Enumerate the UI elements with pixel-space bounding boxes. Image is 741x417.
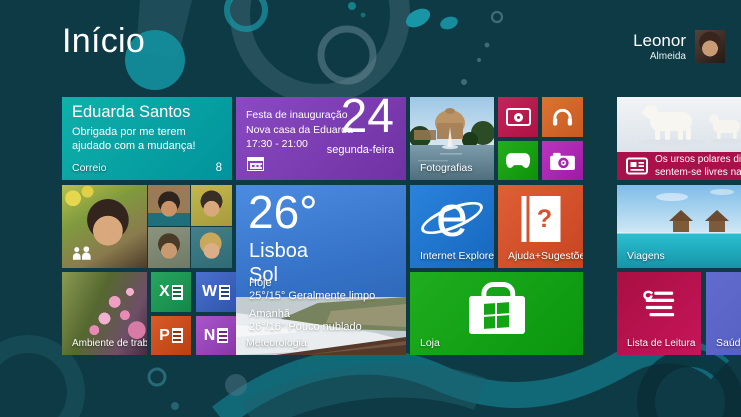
help-app-label: Ajuda+Sugestões bbox=[508, 250, 583, 262]
tile-news[interactable]: Os ursos polares divertem sentem-se livr… bbox=[617, 97, 741, 180]
video-screen-icon bbox=[505, 108, 531, 126]
calendar-event-location: Nova casa da Eduarda bbox=[246, 123, 353, 136]
mail-unread-badge: 8 bbox=[215, 162, 222, 174]
mail-sender: Eduarda Santos bbox=[72, 103, 191, 121]
health-app-label: Saúde e bbox=[716, 337, 741, 349]
calendar-weekday: segunda-feira bbox=[326, 144, 394, 156]
powerpoint-icon: P bbox=[159, 327, 183, 345]
start-screen: Início Leonor Almeida Eduarda Santos Obr… bbox=[0, 0, 741, 417]
weather-city: Lisboa bbox=[249, 240, 308, 262]
people-photo bbox=[190, 185, 232, 226]
tile-onenote[interactable]: N bbox=[196, 316, 236, 355]
page-title: Início bbox=[62, 22, 146, 60]
onenote-icon: N bbox=[204, 327, 229, 345]
news-headline-bar: Os ursos polares divertem sentem-se livr… bbox=[617, 152, 741, 180]
photos-app-label: Fotografias bbox=[420, 162, 473, 174]
tile-desktop[interactable]: Ambiente de trabalho bbox=[62, 272, 147, 355]
weather-temperature: 26° bbox=[248, 186, 318, 238]
people-photo bbox=[190, 227, 232, 268]
word-icon: W bbox=[202, 283, 231, 301]
tile-calendar[interactable]: Festa de inauguração Nova casa da Eduard… bbox=[236, 97, 406, 180]
tile-video[interactable] bbox=[498, 97, 538, 137]
internet-explorer-e-icon: e bbox=[417, 187, 487, 247]
excel-icon: X bbox=[159, 283, 183, 301]
user-last-name: Almeida bbox=[649, 50, 686, 62]
calendar-day-number: 24 bbox=[340, 97, 394, 143]
people-photo-grid bbox=[147, 185, 232, 268]
tile-mail[interactable]: Eduarda Santos Obrigada por me terem aju… bbox=[62, 97, 232, 180]
tile-internet-explorer[interactable]: e Internet Explorer bbox=[410, 185, 494, 268]
mail-message: Obrigada por me terem ajudado com a muda… bbox=[72, 126, 196, 153]
tile-word[interactable]: W bbox=[196, 272, 236, 312]
calendar-event-title: Festa de inauguração bbox=[246, 109, 348, 121]
camera-icon bbox=[550, 152, 575, 170]
store-app-label: Loja bbox=[420, 337, 440, 349]
tile-camera[interactable] bbox=[542, 141, 583, 180]
calendar-icon bbox=[247, 157, 264, 171]
weather-app-label: Meteorologia bbox=[246, 337, 307, 349]
weather-today-label: Hoje bbox=[249, 277, 272, 289]
user-first-name: Leonor bbox=[633, 31, 686, 50]
desktop-app-label: Ambiente de trabalho bbox=[72, 338, 147, 349]
mail-app-label: Correio bbox=[72, 162, 107, 174]
news-photo-polar-bears bbox=[617, 97, 741, 152]
headphones-icon bbox=[552, 108, 573, 126]
user-account[interactable]: Leonor Almeida bbox=[633, 30, 725, 63]
news-headline: Os ursos polares divertem sentem-se livr… bbox=[655, 154, 741, 178]
people-photo bbox=[148, 185, 190, 226]
ie-app-label: Internet Explorer bbox=[420, 250, 494, 262]
shopping-bag-windows-icon bbox=[468, 296, 525, 335]
tile-travel[interactable]: Viagens bbox=[617, 185, 741, 268]
tile-reading-list[interactable]: Lista de Leitura bbox=[617, 272, 701, 355]
newspaper-icon bbox=[626, 157, 648, 175]
weather-today-forecast: 25°/15° Geralmente limpo bbox=[249, 290, 376, 302]
tile-photos[interactable]: Fotografias bbox=[410, 97, 494, 180]
avatar bbox=[695, 30, 725, 63]
people-photo bbox=[148, 227, 190, 268]
tile-weather[interactable]: 26° Lisboa Sol Hoje 25°/15° Geralmente l… bbox=[236, 185, 406, 355]
user-names: Leonor Almeida bbox=[633, 31, 686, 62]
game-controller-icon bbox=[505, 153, 531, 168]
weather-tomorrow-forecast: 26°/16° Pouco nublado bbox=[249, 321, 362, 333]
reading-list-icon bbox=[643, 290, 675, 317]
tile-health[interactable]: Saúde e bbox=[706, 272, 741, 355]
reading-list-app-label: Lista de Leitura bbox=[627, 338, 696, 349]
tile-help-tips[interactable]: ? Ajuda+Sugestões bbox=[498, 185, 583, 268]
tile-store[interactable]: Loja bbox=[410, 272, 583, 355]
travel-app-label: Viagens bbox=[627, 250, 665, 262]
weather-tomorrow-label: Amanhã bbox=[249, 308, 290, 320]
tile-excel[interactable]: X bbox=[151, 272, 191, 312]
book-question-icon: ? bbox=[521, 196, 560, 242]
tile-people[interactable] bbox=[62, 185, 232, 268]
tile-music[interactable] bbox=[542, 97, 583, 137]
tile-games[interactable] bbox=[498, 141, 538, 180]
tile-powerpoint[interactable]: P bbox=[151, 316, 191, 355]
people-icon bbox=[72, 246, 91, 260]
